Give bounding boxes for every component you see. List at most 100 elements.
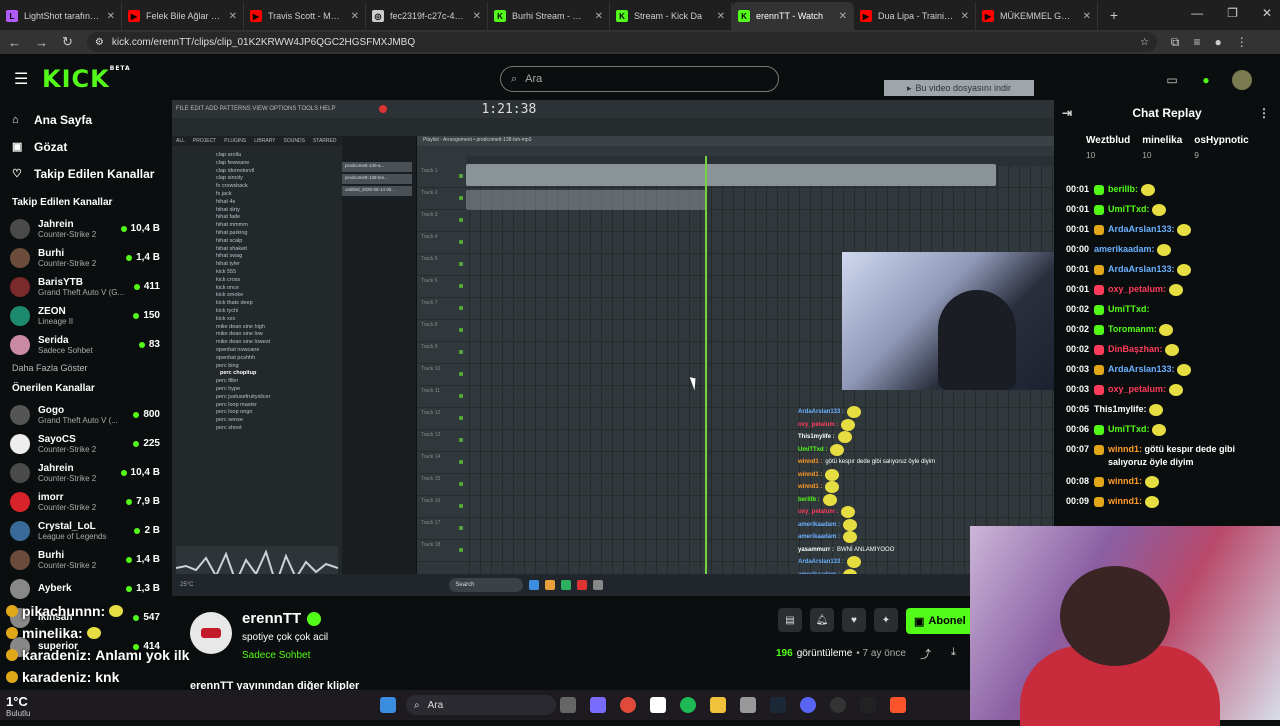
chat-username[interactable]: oxy_petalum: <box>1108 284 1166 294</box>
follow-heart-button[interactable]: ♥ <box>842 608 866 632</box>
close-tab-icon[interactable]: ✕ <box>839 11 847 22</box>
chat-username[interactable]: UmiTTxd: <box>1108 424 1150 434</box>
site-info-icon[interactable]: ⚙ <box>95 37 104 48</box>
channel-category[interactable]: Sadece Sohbet <box>242 650 310 661</box>
close-tab-icon[interactable]: ✕ <box>229 11 237 22</box>
close-tab-icon[interactable]: ✕ <box>961 11 969 22</box>
chat-username[interactable]: DinBaşzhan: <box>1108 344 1163 354</box>
chat-username[interactable]: ArdaArslan133: <box>1108 224 1175 234</box>
sidebar-nav-item[interactable]: ⌂ Ana Sayfa <box>0 106 170 133</box>
settings-app-icon[interactable] <box>740 697 756 713</box>
sidebar-channel[interactable]: Gogo Grand Theft Auto V (... 800 <box>0 400 170 429</box>
kick-coin-icon[interactable]: ● <box>1198 72 1214 88</box>
subscribe-button[interactable]: ▣ Abonel <box>906 608 976 634</box>
collapse-chat-icon[interactable]: ⇥ <box>1062 106 1072 120</box>
sidebar-channel[interactable]: Crystal_LoL League of Legends 2 B <box>0 516 170 545</box>
sidebar-channel[interactable]: Jahrein Counter-Strike 2 10,4 B <box>0 458 170 487</box>
close-tab-icon[interactable]: ✕ <box>717 11 725 22</box>
copilot-icon[interactable] <box>590 697 606 713</box>
browser-tab[interactable]: K Burhi Stream - Watch ✕ <box>488 2 610 30</box>
chat-username[interactable]: berillb: <box>1108 184 1138 194</box>
terminal-icon[interactable] <box>860 697 876 713</box>
sidebar-channel[interactable]: Burhi Counter-Strike 2 1,4 B <box>0 545 170 574</box>
close-window-icon[interactable]: ✕ <box>1262 6 1272 20</box>
search-input[interactable]: ⌕ Ara <box>500 66 779 92</box>
extensions-icon[interactable]: ⧉ <box>1171 35 1180 50</box>
chat-options-icon[interactable]: ⋮ <box>1258 106 1270 120</box>
chat-username[interactable]: winnd1: <box>1108 496 1142 506</box>
share-icon[interactable]: ⤴ <box>920 646 931 662</box>
weather-widget[interactable]: 1°C Bulutlu <box>6 694 30 718</box>
sidebar-channel[interactable]: Jahrein Counter-Strike 2 10,4 B <box>0 214 170 243</box>
taskbar-search[interactable]: ⌕ Ara <box>406 695 556 715</box>
sidebar-channel[interactable]: BarisYTB Grand Theft Auto V (G... 411 <box>0 272 170 301</box>
chrome-icon[interactable] <box>620 697 636 713</box>
media-icon[interactable]: ≡ <box>1193 35 1200 49</box>
sidebar-channel[interactable]: Serida Sadece Sohbet 83 <box>0 330 170 359</box>
bookmark-star-icon[interactable]: ☆ <box>1140 37 1149 48</box>
video-player[interactable]: FILE EDIT ADD PATTERNS VIEW OPTIONS TOOL… <box>172 100 1054 596</box>
browser-tab[interactable]: ▶ Dua Lipa - Training S ✕ <box>854 2 976 30</box>
show-more-link[interactable]: Daha Fazla Göster <box>0 359 170 383</box>
file-explorer-icon[interactable] <box>710 697 726 713</box>
clip-list-button[interactable]: ▤ <box>778 608 802 632</box>
chat-username[interactable]: ArdaArslan133: <box>1108 364 1175 374</box>
chat-username[interactable]: oxy_petalum: <box>1108 384 1166 394</box>
task-view-icon[interactable] <box>560 697 576 713</box>
chat-username[interactable]: This1mylife: <box>1094 404 1147 414</box>
back-icon[interactable]: ← <box>8 35 21 50</box>
forward-icon[interactable]: → <box>35 35 48 50</box>
browser-tab[interactable]: ▶ Felek Bile Ağlar Oldu ✕ <box>122 2 244 30</box>
notes-icon[interactable] <box>650 697 666 713</box>
notification-bell-button[interactable]: 🔔︎ <box>810 608 834 632</box>
url-bar[interactable]: ⚙ kick.com/erennTT/clips/clip_01K2KRWW4J… <box>86 32 1157 52</box>
close-tab-icon[interactable]: ✕ <box>107 11 115 22</box>
menu-icon[interactable]: ⋮ <box>1236 35 1248 49</box>
windows-start-icon[interactable] <box>380 697 396 713</box>
browser-tab[interactable]: KerennTT - Watch ✕ <box>732 2 854 30</box>
chat-username[interactable]: UmiTTxd: <box>1108 204 1150 214</box>
browser-tab[interactable]: K Stream - Kick Da ✕ <box>610 2 732 30</box>
minimize-icon[interactable]: — <box>1191 6 1203 20</box>
chat-username[interactable]: amerikaadam: <box>1094 244 1155 254</box>
close-tab-icon[interactable]: ✕ <box>595 11 603 22</box>
browser-tab[interactable]: ▶ MÜKEMMEL GRAFİK ✕ <box>976 2 1098 30</box>
inbox-icon[interactable]: ▭ <box>1164 72 1180 88</box>
leaderboard-entry[interactable]: Weztblud 10 <box>1086 134 1130 180</box>
user-avatar[interactable] <box>1232 70 1252 90</box>
sidebar-channel[interactable]: SayoCS Counter-Strike 2 225 <box>0 429 170 458</box>
profile-icon[interactable]: ● <box>1215 35 1222 49</box>
channel-name[interactable]: erennTT <box>242 610 322 627</box>
browser-tab[interactable]: ◎ fec2319f-c27c-4801- ✕ <box>366 2 488 30</box>
chat-username[interactable]: Toromanm: <box>1108 324 1157 334</box>
sidebar-channel[interactable]: ZEON Lineage II 150 <box>0 301 170 330</box>
browser-tab[interactable]: L LightShot tarafından ✕ <box>0 2 122 30</box>
close-tab-icon[interactable]: ✕ <box>351 11 359 22</box>
chat-username[interactable]: UmiTTxd: <box>1108 304 1150 314</box>
chat-username[interactable]: winnd1: <box>1108 476 1142 486</box>
brave-icon[interactable] <box>890 697 906 713</box>
chat-username[interactable]: ArdaArslan133: <box>1108 264 1175 274</box>
download-banner[interactable]: ▸ Bu video dosyasını indir <box>884 80 1034 96</box>
gift-button[interactable]: ✦ <box>874 608 898 632</box>
kick-logo[interactable]: KICKBETA <box>42 65 131 93</box>
sidebar-channel[interactable]: Burhi Counter-Strike 2 1,4 B <box>0 243 170 272</box>
leaderboard-entry[interactable]: osHypnotic 9 <box>1194 134 1248 180</box>
chat-username[interactable]: winnd1: <box>1108 444 1142 454</box>
new-tab-button[interactable]: + <box>1104 7 1124 23</box>
leaderboard-entry[interactable]: minelika 10 <box>1142 134 1182 180</box>
maximize-icon[interactable]: ❐ <box>1227 6 1238 20</box>
download-clip-icon[interactable]: ⤓ <box>951 646 956 662</box>
sidebar-channel[interactable]: Ayberk 1,3 B <box>0 574 170 603</box>
obs-icon[interactable] <box>830 697 846 713</box>
browser-tab[interactable]: ▶ Travis Scott - MO CIT ✕ <box>244 2 366 30</box>
sidebar-channel[interactable]: imorr Counter-Strike 2 7,9 B <box>0 487 170 516</box>
sidebar-nav-item[interactable]: ▣ Gözat <box>0 133 170 160</box>
discord-icon[interactable] <box>800 697 816 713</box>
reload-icon[interactable]: ↻ <box>62 34 73 50</box>
hamburger-menu-icon[interactable]: ☰ <box>14 69 36 89</box>
spotify-icon[interactable] <box>680 697 696 713</box>
close-tab-icon[interactable]: ✕ <box>1083 11 1091 22</box>
steam-icon[interactable] <box>770 697 786 713</box>
close-tab-icon[interactable]: ✕ <box>473 11 481 22</box>
